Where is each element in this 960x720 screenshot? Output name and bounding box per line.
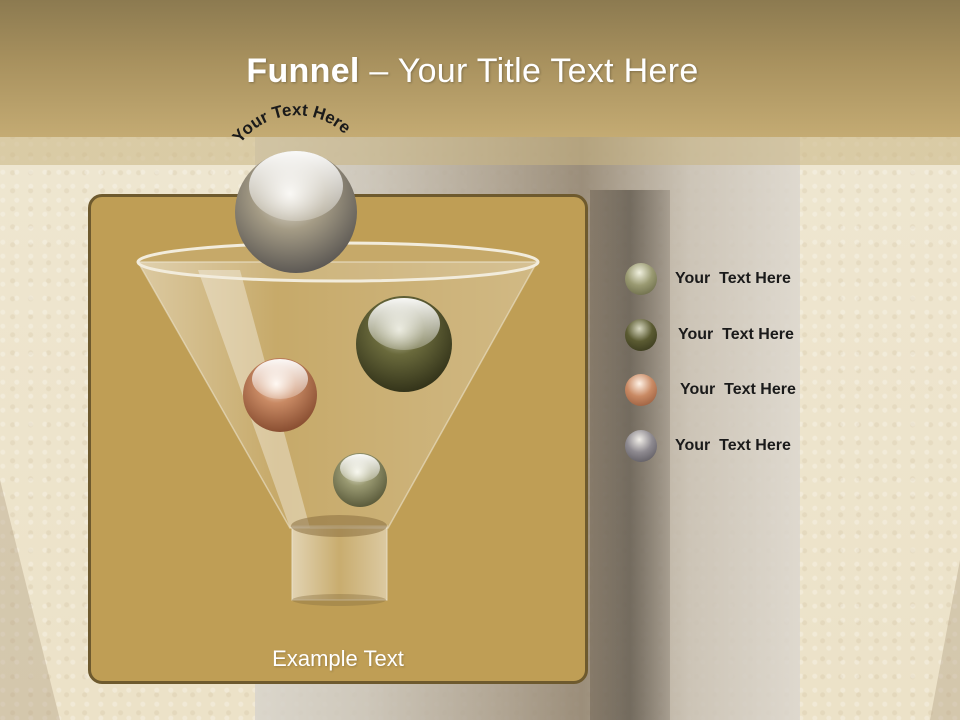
olive-ball-icon	[625, 263, 657, 295]
copper-ball-icon	[625, 374, 657, 406]
grey-ball-icon	[625, 430, 657, 462]
legend-item-4[interactable]: Your Text Here	[625, 428, 791, 464]
legend-label: Your Text Here	[675, 270, 791, 287]
dark-olive-ball-icon	[356, 296, 452, 392]
olive-ball-icon	[333, 453, 387, 507]
legend-item-3[interactable]: Your Text Here	[625, 372, 796, 408]
legend-item-2[interactable]: Your Text Here	[625, 317, 794, 353]
legend-label: Your Text Here	[675, 437, 791, 454]
example-text[interactable]: Example Text	[88, 646, 588, 672]
funnel-diagram: Your Text Here	[136, 100, 540, 606]
legend-label: Your Text Here	[680, 381, 796, 398]
arc-label: Your Text Here	[229, 100, 355, 146]
top-silver-ball-icon	[235, 151, 357, 273]
copper-ball-icon	[243, 358, 317, 432]
legend-item-1[interactable]: Your Text Here	[625, 261, 791, 297]
legend-label: Your Text Here	[678, 326, 794, 343]
funnel-tube-icon	[291, 515, 388, 606]
dark-olive-ball-icon	[625, 319, 657, 351]
